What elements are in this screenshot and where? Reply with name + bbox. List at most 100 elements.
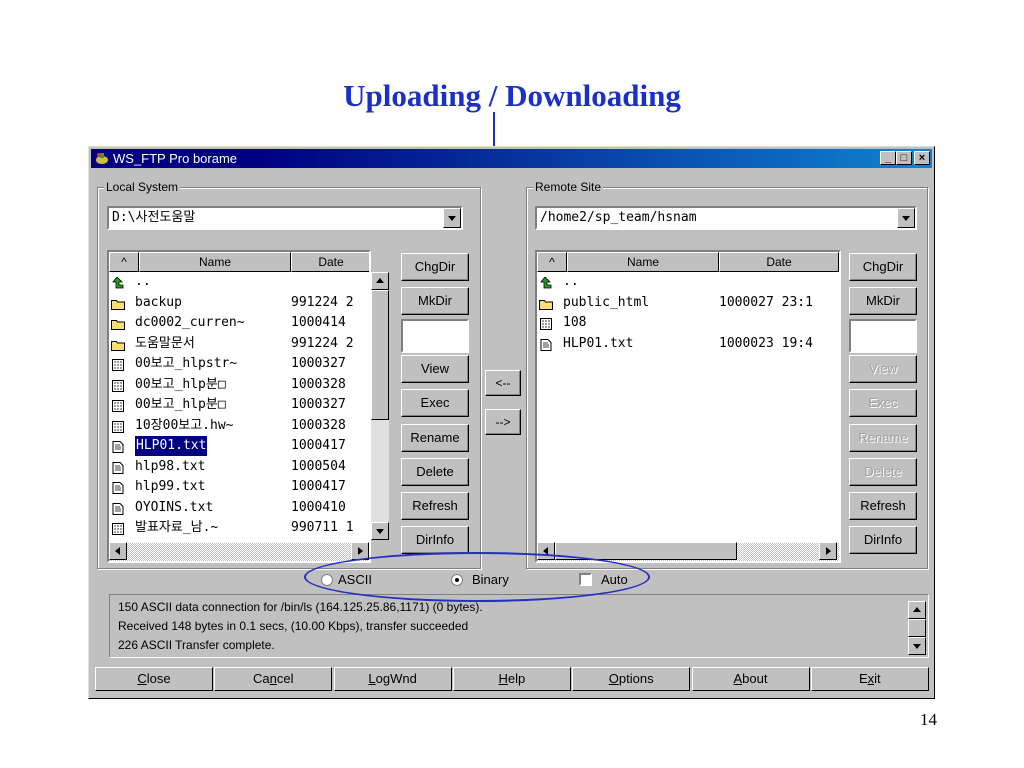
remote-file-row[interactable]: 108 <box>537 313 839 334</box>
local-date-header[interactable]: Date <box>291 252 369 272</box>
local-file-name: 00보고_hlpstr~ <box>135 356 238 371</box>
local-file-row[interactable]: OYOINS.txt 1000410 <box>109 498 369 519</box>
remote-file-row[interactable]: HLP01.txt 1000023 19:4 <box>537 334 839 355</box>
folder-icon <box>539 297 553 310</box>
remote-file-row[interactable]: .. <box>537 272 839 293</box>
local-scroll-thumb[interactable] <box>371 290 389 420</box>
remote-delete-label: Delete <box>864 464 902 479</box>
remote-refresh-button[interactable]: Refresh <box>849 492 917 520</box>
local-sort-header[interactable]: ^ <box>109 252 139 272</box>
local-scroll-up-button[interactable] <box>371 272 389 290</box>
log-scroll-thumb[interactable] <box>908 619 926 637</box>
local-mkdir-input[interactable] <box>401 319 469 353</box>
remote-hscroll-thumb[interactable] <box>555 542 737 560</box>
remote-date-header[interactable]: Date <box>719 252 839 272</box>
exit-button[interactable]: Exit <box>810 667 929 691</box>
local-file-name: 발표자료_남.~ <box>135 520 219 535</box>
local-file-name: 10장00보고.hw~ <box>135 417 234 433</box>
minimize-button[interactable]: _ <box>880 151 896 165</box>
local-file-row[interactable]: 00보고_hlpstr~ 1000327 <box>109 354 369 375</box>
remote-name-header[interactable]: Name <box>567 252 719 272</box>
log-scroll-up-button[interactable] <box>908 601 926 619</box>
local-path-combo[interactable]: D:\사전도움말 <box>107 206 463 230</box>
local-mkdir-button[interactable]: MkDir <box>401 287 469 315</box>
close-button[interactable]: Close <box>95 667 213 691</box>
local-refresh-button[interactable]: Refresh <box>401 492 469 520</box>
local-chgdir-button[interactable]: ChgDir <box>401 253 469 281</box>
remote-sort-header[interactable]: ^ <box>537 252 567 272</box>
local-scroll-left-button[interactable] <box>109 542 127 560</box>
local-file-row[interactable]: 도움말문서 991224 2 <box>109 334 369 355</box>
message-log[interactable]: 150 ASCII data connection for /bin/ls (1… <box>109 594 929 658</box>
remote-path-combo[interactable]: /home2/sp_team/hsnam <box>535 206 917 230</box>
local-scroll-track[interactable] <box>371 420 389 522</box>
local-rows: .. backup 991224 2 dc0002_curren~ 1000414 도움말… <box>109 272 369 539</box>
auto-checkbox-box[interactable] <box>579 573 592 586</box>
remote-chgdir-button[interactable]: ChgDir <box>849 253 917 281</box>
remote-file-name: .. <box>563 274 579 289</box>
cancel-button[interactable]: Cancel <box>214 667 333 691</box>
local-file-row[interactable]: HLP01.txt 1000417 <box>109 436 369 457</box>
binary-radio-circle[interactable] <box>451 574 463 586</box>
help-button[interactable]: Help <box>452 667 571 691</box>
local-file-date: 1000417 <box>291 438 346 453</box>
window-titlebar[interactable]: WS_FTP Pro borame _ □ × <box>91 149 932 168</box>
local-hscroll[interactable] <box>109 543 369 561</box>
maximize-button[interactable]: □ <box>896 151 912 165</box>
remote-view-button[interactable]: View <box>849 355 917 383</box>
local-file-list[interactable]: ^ Name Date .. backup 991224 2 dc0002_curre… <box>107 250 371 563</box>
local-file-row[interactable]: 발표자료_남.~ 990711 1 <box>109 518 369 539</box>
local-path-dropdown-button[interactable] <box>443 208 461 228</box>
remote-path-dropdown-button[interactable] <box>897 208 915 228</box>
ascii-label: ASCII <box>338 572 372 587</box>
local-file-row[interactable]: dc0002_curren~ 1000414 <box>109 313 369 334</box>
local-exec-button[interactable]: Exec <box>401 389 469 417</box>
local-scroll-right-button[interactable] <box>351 542 369 560</box>
remote-file-row[interactable]: public_html 1000027 23:1 <box>537 293 839 314</box>
download-button[interactable]: <-- <box>485 370 521 396</box>
local-file-name: hlp98.txt <box>135 458 206 474</box>
remote-exec-button[interactable]: Exec <box>849 389 917 417</box>
local-file-row[interactable]: 00보고_hlp분□ 1000327 <box>109 395 369 416</box>
local-view-button[interactable]: View <box>401 355 469 383</box>
local-scroll-down-button[interactable] <box>371 522 389 540</box>
local-file-name: dc0002_curren~ <box>135 315 245 330</box>
binary-file-icon <box>111 420 125 433</box>
remote-dirinfo-button[interactable]: DirInfo <box>849 526 917 554</box>
remote-scroll-right-button[interactable] <box>819 542 837 560</box>
binary-file-icon <box>111 399 125 412</box>
local-file-name: OYOINS.txt <box>135 499 214 515</box>
logwnd-button[interactable]: LogWnd <box>333 667 452 691</box>
upload-button[interactable]: --> <box>485 409 521 435</box>
remote-file-list[interactable]: ^ Name Date .. public_html 1000027 23:1 108… <box>535 250 841 563</box>
remote-delete-button[interactable]: Delete <box>849 458 917 486</box>
text-file-icon <box>539 338 553 351</box>
folder-icon <box>111 297 125 310</box>
local-file-name: .. <box>135 274 151 289</box>
log-scroll-down-button[interactable] <box>908 637 926 655</box>
options-button[interactable]: Options <box>572 667 691 691</box>
local-dirinfo-button[interactable]: DirInfo <box>401 526 469 554</box>
local-file-row[interactable]: .. <box>109 272 369 293</box>
ws-ftp-app-icon <box>96 153 108 164</box>
local-file-row[interactable]: hlp99.txt 1000417 <box>109 477 369 498</box>
local-name-header[interactable]: Name <box>139 252 291 272</box>
about-button[interactable]: About <box>691 667 810 691</box>
remote-rename-button[interactable]: Rename <box>849 424 917 452</box>
local-rename-button[interactable]: Rename <box>401 424 469 452</box>
local-file-row[interactable]: backup 991224 2 <box>109 293 369 314</box>
local-file-row[interactable]: hlp98.txt 1000504 <box>109 457 369 478</box>
local-file-row[interactable]: 10장00보고.hw~ 1000328 <box>109 416 369 437</box>
local-file-row[interactable]: 00보고_hlp분□ 1000328 <box>109 375 369 396</box>
local-file-date: 1000410 <box>291 499 346 515</box>
local-delete-button[interactable]: Delete <box>401 458 469 486</box>
close-window-button[interactable]: × <box>914 151 930 165</box>
remote-mkdir-input[interactable] <box>849 319 917 353</box>
remote-mkdir-button[interactable]: MkDir <box>849 287 917 315</box>
local-file-date: 990711 1 <box>291 520 354 535</box>
remote-file-name: HLP01.txt <box>563 335 634 351</box>
binary-file-icon <box>111 358 125 371</box>
ascii-radio-circle[interactable] <box>321 574 333 586</box>
remote-file-date: 1000027 23:1 <box>719 294 813 310</box>
remote-scroll-left-button[interactable] <box>537 542 555 560</box>
